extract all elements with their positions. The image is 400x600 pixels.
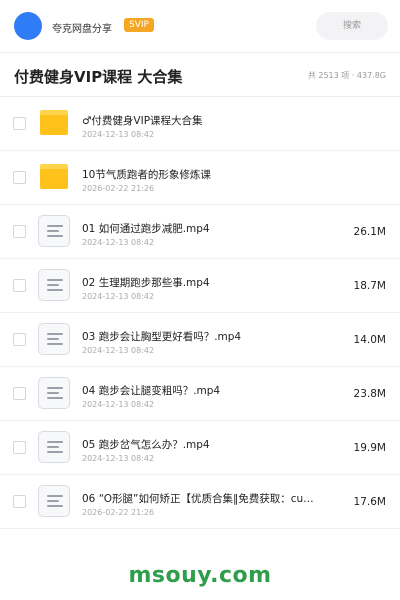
list-item[interactable]: 02 生理期跑步那些事.mp4 2024-12-13 08:42 18.7M: [0, 259, 400, 313]
document-icon: [38, 485, 70, 517]
item-date: 2024-12-13 08:42: [82, 130, 155, 139]
item-name: 02 生理期跑步那些事.mp4: [82, 277, 210, 289]
item-date: 2024-12-13 08:42: [82, 238, 155, 247]
item-date: 2024-12-13 08:42: [82, 346, 155, 355]
document-icon: [38, 215, 70, 247]
file-list: ♂付费健身VIP课程大合集 2024-12-13 08:42 10节气质跑者的形象修…: [0, 97, 400, 529]
list-item[interactable]: 01 如何通过跑步减肥.mp4 2024-12-13 08:42 26.1M: [0, 205, 400, 259]
checkbox[interactable]: [13, 225, 26, 238]
list-item[interactable]: ♂付费健身VIP课程大合集 2024-12-13 08:42: [0, 97, 400, 151]
item-size: 26.1M: [353, 226, 386, 238]
item-size: 18.7M: [353, 280, 386, 292]
list-item[interactable]: 03 跑步会让胸型更好看吗？.mp4 2024-12-13 08:42 14.0M: [0, 313, 400, 367]
item-name: ♂付费健身VIP课程大合集: [82, 115, 203, 127]
item-size: 17.6M: [353, 496, 386, 508]
item-name: 04 跑步会让腿变粗吗？.mp4: [82, 385, 221, 397]
watermark: msouy.com: [128, 563, 272, 588]
folder-icon: [40, 164, 68, 189]
item-size: 19.9M: [353, 442, 386, 454]
item-date: 2026-02-22 21:26: [82, 184, 155, 193]
checkbox[interactable]: [13, 441, 26, 454]
item-size: 23.8M: [353, 388, 386, 400]
checkbox[interactable]: [13, 117, 26, 130]
checkbox[interactable]: [13, 387, 26, 400]
folder-icon: [40, 110, 68, 135]
list-item[interactable]: 06 “O形腿”如何矫正【优质合集‖免费获取：cu… 2026-02-22 21:…: [0, 475, 400, 529]
list-item[interactable]: 05 跑步岔气怎么办？.mp4 2024-12-13 08:42 19.9M: [0, 421, 400, 475]
item-date: 2026-02-22 21:26: [82, 508, 155, 517]
item-name: 06 “O形腿”如何矫正【优质合集‖免费获取：cu…: [82, 493, 314, 505]
list-item[interactable]: 10节气质跑者的形象修炼课 2026-02-22 21:26: [0, 151, 400, 205]
page-title: 付费健身VIP课程 大合集: [14, 68, 183, 86]
top-bar: 夸克网盘分享 SVIP 搜索: [0, 0, 400, 53]
item-date: 2024-12-13 08:42: [82, 400, 155, 409]
user-name[interactable]: 夸克网盘分享: [52, 20, 112, 35]
title-row: 付费健身VIP课程 大合集 共 2513 项 · 437.8G: [0, 52, 400, 97]
item-date: 2024-12-13 08:42: [82, 454, 155, 463]
folder-meta: 共 2513 项 · 437.8G: [307, 71, 386, 80]
item-name: 03 跑步会让胸型更好看吗？.mp4: [82, 331, 242, 343]
checkbox[interactable]: [13, 279, 26, 292]
document-icon: [38, 323, 70, 355]
document-icon: [38, 269, 70, 301]
document-icon: [38, 377, 70, 409]
search-button[interactable]: 搜索: [316, 12, 388, 40]
item-name: 10节气质跑者的形象修炼课: [82, 169, 211, 181]
list-item[interactable]: 04 跑步会让腿变粗吗？.mp4 2024-12-13 08:42 23.8M: [0, 367, 400, 421]
item-date: 2024-12-13 08:42: [82, 292, 155, 301]
document-icon: [38, 431, 70, 463]
checkbox[interactable]: [13, 171, 26, 184]
checkbox[interactable]: [13, 495, 26, 508]
item-name: 01 如何通过跑步减肥.mp4: [82, 223, 210, 235]
avatar[interactable]: [14, 12, 42, 40]
item-name: 05 跑步岔气怎么办？.mp4: [82, 439, 210, 451]
checkbox[interactable]: [13, 333, 26, 346]
svip-badge: SVIP: [124, 18, 154, 32]
item-size: 14.0M: [353, 334, 386, 346]
